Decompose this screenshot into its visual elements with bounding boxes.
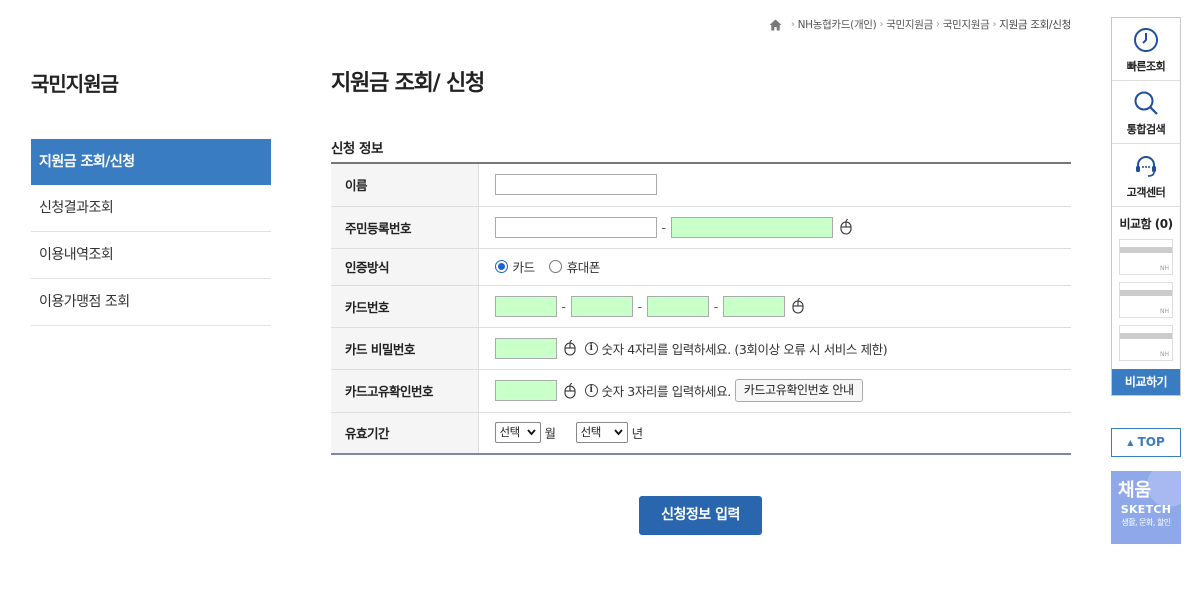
card-stripe: [1120, 333, 1172, 339]
card-number-input-1[interactable]: [494, 295, 557, 317]
compare-slot[interactable]: NH: [1119, 282, 1173, 318]
info-icon: i: [584, 341, 598, 355]
name-input[interactable]: [494, 174, 657, 196]
dash: -: [661, 219, 667, 235]
radio-label[interactable]: 카드: [513, 260, 536, 275]
select-value: 선택: [580, 425, 602, 440]
breadcrumb: › NH농협카드(개인) › 국민지원금 › 국민지원금 › 지원금 조회/신청: [769, 17, 1071, 32]
breadcrumb-item[interactable]: 국민지원금: [886, 17, 933, 32]
quick-item-label: 통합검색: [1126, 123, 1166, 136]
form-row-auth: 인증방식 카드 휴대폰: [331, 248, 1071, 285]
form-row-card-number: 카드번호 - - -: [331, 285, 1071, 327]
chevron-down-icon: [526, 429, 536, 436]
submit-button[interactable]: 신청정보 입력: [639, 496, 762, 535]
search-icon: [1134, 91, 1158, 115]
card-password-input[interactable]: [494, 337, 557, 359]
radio-label[interactable]: 휴대폰: [567, 260, 601, 275]
field-label: 카드번호: [331, 285, 479, 327]
radio-phone[interactable]: [548, 260, 562, 273]
sidebar-menu: 지원금 조회/신청 신청결과조회 이용내역조회 이용가맹점 조회: [31, 139, 271, 326]
card-number-input-4[interactable]: [722, 295, 785, 317]
field-note: 숫자 4자리를 입력하세요. (3회이상 오류 시 서비스 제한): [601, 341, 888, 357]
caret-up-icon: ▲: [1127, 438, 1134, 447]
compare-box: 비교함 (0) NH NH NH 비교하기: [1112, 207, 1180, 395]
chevron-right-icon: ›: [879, 19, 884, 30]
card-mark: NH: [1160, 308, 1169, 315]
expiry-year-select[interactable]: 선택: [575, 422, 628, 444]
quick-item-label: 빠른조회: [1126, 60, 1166, 73]
scroll-top-button[interactable]: ▲ TOP: [1111, 428, 1181, 457]
banner-line1: 채움: [1118, 480, 1152, 501]
chevron-right-icon: ›: [790, 19, 795, 30]
compare-button[interactable]: 비교하기: [1112, 369, 1180, 395]
card-number-input-2[interactable]: [570, 295, 633, 317]
quick-menu: 빠른조회 통합검색 고객센터 비교함 (0) NH NH NH 비교하기: [1111, 17, 1181, 396]
headset-icon: [1136, 156, 1156, 177]
field-label: 인증방식: [331, 248, 479, 285]
mouse-keypad-icon[interactable]: [791, 298, 805, 314]
page-title: 지원금 조회/ 신청: [331, 71, 485, 96]
sidebar-title: 국민지원금: [31, 72, 119, 96]
banner-line3: 생활, 문화, 할인: [1121, 518, 1171, 527]
expiry-month-select[interactable]: 선택: [494, 422, 541, 444]
select-value: 선택: [499, 425, 521, 440]
breadcrumb-item[interactable]: 국민지원금: [943, 17, 990, 32]
field-note: 숫자 3자리를 입력하세요.: [601, 384, 732, 399]
breadcrumb-item[interactable]: NH농협카드(개인): [798, 17, 877, 32]
form-row-name: 이름: [331, 163, 1071, 206]
dash: -: [713, 298, 719, 314]
field-label: 주민등록번호: [331, 206, 479, 248]
chevron-down-icon: [613, 429, 623, 436]
form-row-rrn: 주민등록번호 -: [331, 206, 1071, 248]
sidebar-item-usage[interactable]: 이용내역조회: [31, 232, 271, 279]
card-mark: NH: [1160, 265, 1169, 272]
banner-line2: SKETCH: [1120, 503, 1172, 516]
form-row-card-pw: 카드 비밀번호 i 숫자 4자리를 입력하세요. (3회이상 오류 시 서비스 제…: [331, 327, 1071, 369]
mouse-keypad-icon[interactable]: [839, 219, 853, 235]
chevron-right-icon: ›: [935, 19, 940, 30]
compare-slot[interactable]: NH: [1119, 239, 1173, 275]
quick-item-customer-center[interactable]: 고객센터: [1112, 144, 1180, 207]
radio-card[interactable]: [494, 260, 508, 273]
section-title: 신청 정보: [331, 141, 383, 157]
unit-label: 년: [631, 426, 644, 442]
form-row-cvc: 카드고유확인번호 i 숫자 3자리를 입력하세요. 카드고유확인번호 안내: [331, 369, 1071, 412]
cvc-input[interactable]: [494, 380, 557, 401]
field-label: 카드고유확인번호: [331, 369, 479, 412]
chevron-right-icon: ›: [992, 19, 997, 30]
rrn-front-input[interactable]: [494, 216, 657, 238]
sidebar-item-inquiry-apply[interactable]: 지원금 조회/신청: [31, 139, 271, 185]
quick-item-fast-inquiry[interactable]: 빠른조회: [1112, 18, 1180, 81]
unit-label: 월: [544, 426, 557, 442]
field-label: 유효기간: [331, 412, 479, 454]
top-label: TOP: [1137, 435, 1165, 449]
sidebar-item-result[interactable]: 신청결과조회: [31, 185, 271, 232]
home-icon[interactable]: [769, 19, 782, 31]
compare-title: 비교함 (0): [1119, 217, 1173, 231]
mouse-keypad-icon[interactable]: [563, 340, 577, 356]
cvc-guide-button[interactable]: 카드고유확인번호 안내: [734, 379, 863, 402]
form-row-expiry: 유효기간 선택 월 선택 년: [331, 412, 1071, 454]
dash: -: [561, 298, 567, 314]
field-label: 카드 비밀번호: [331, 327, 479, 369]
quick-item-search[interactable]: 통합검색: [1112, 81, 1180, 144]
card-number-input-3[interactable]: [646, 295, 709, 317]
card-stripe: [1120, 247, 1172, 253]
application-form: 이름 주민등록번호 - 인증방식 카드 휴대폰 카드번호 - - - 카드 비밀번호 …: [331, 162, 1071, 455]
compare-slot[interactable]: NH: [1119, 325, 1173, 361]
chaeum-sketch-banner[interactable]: 채움 SKETCH 생활, 문화, 할인: [1111, 471, 1181, 544]
card-stripe: [1120, 290, 1172, 296]
breadcrumb-current: 지원금 조회/신청: [999, 19, 1071, 31]
card-mark: NH: [1160, 351, 1169, 358]
quick-item-label: 고객센터: [1126, 186, 1166, 199]
sidebar-item-merchant[interactable]: 이용가맹점 조회: [31, 279, 271, 326]
rrn-back-input[interactable]: [670, 216, 833, 238]
info-icon: i: [584, 384, 598, 397]
mouse-keypad-icon[interactable]: [563, 382, 577, 399]
field-label: 이름: [331, 163, 479, 206]
clock-icon: [1134, 28, 1158, 52]
dash: -: [637, 298, 643, 314]
